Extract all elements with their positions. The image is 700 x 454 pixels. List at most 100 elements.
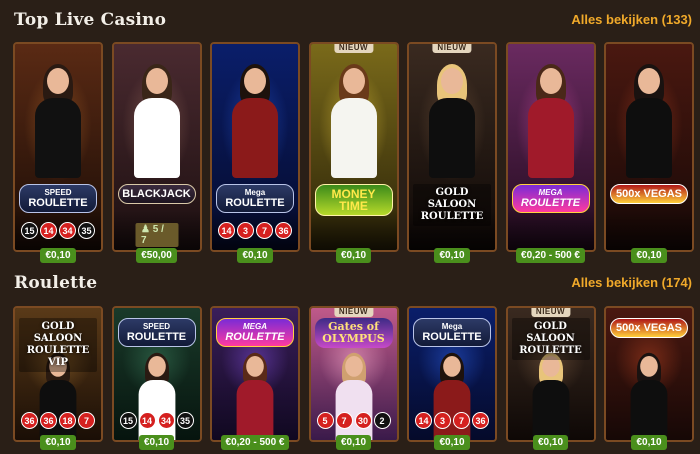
dealer-figure	[35, 64, 81, 178]
bet-range: €0,10	[604, 245, 694, 263]
new-badge: NIEUW	[333, 308, 374, 317]
game-logo: SPEED ROULETTE	[117, 318, 196, 347]
min-bet-badge: €0,20 - 500 €	[516, 248, 585, 263]
result-number: 7	[335, 412, 353, 429]
dealer-head	[441, 68, 463, 94]
dealer-figure	[429, 64, 475, 178]
game-logo-text: MONEY TIME	[331, 187, 376, 213]
min-bet-badge: €0,10	[631, 248, 667, 263]
game-card-gold-saloon-roulette-vip[interactable]: GOLD SALOON ROULETTE VIP 36 36 18 7	[13, 306, 103, 442]
result-number: 18	[59, 412, 76, 429]
game-card-mega-roulette-500x-2[interactable]: Mega ROULETTE 14 3 7 36	[407, 306, 497, 442]
result-number: 3	[237, 222, 254, 239]
dealer-outfit	[429, 98, 475, 178]
dealer-outfit	[35, 98, 81, 178]
result-number: 15	[119, 412, 137, 429]
dealer-head	[640, 356, 658, 377]
game-logo-text: 500x VEGAS	[615, 322, 683, 334]
dealer-figure	[330, 64, 377, 178]
result-number: 36	[275, 222, 292, 239]
game-card-money-time[interactable]: NIEUW MONEY TIME	[308, 42, 399, 252]
dealer-head	[638, 68, 660, 94]
game-logo: GOLD SALOON ROULETTE	[413, 184, 491, 226]
bet-range: €50,00	[112, 245, 202, 263]
game-logo-text: GOLD SALOON ROULETTE	[420, 187, 484, 222]
game-card-mega-fire-blaze-roulette[interactable]: MEGA ROULETTE	[505, 42, 596, 252]
game-card-gold-saloon-roulette[interactable]: NIEUW GOLD SALOON ROULETTE	[407, 42, 497, 252]
dealer-head	[246, 356, 264, 377]
bet-range: €0,10	[309, 245, 399, 263]
game-logo: 500x VEGAS	[610, 318, 688, 338]
dealer-figure	[138, 352, 175, 440]
bet-range: €0,10	[210, 245, 300, 263]
game-logo: SPEED ROULETTE	[19, 184, 97, 213]
min-bet-badge: €0,10	[434, 435, 470, 450]
game-logo: GOLD SALOON ROULETTE VIP	[19, 318, 97, 372]
game-card-gold-saloon-roulette-2[interactable]: NIEUW GOLD SALOON ROULETTE	[505, 306, 596, 442]
bet-range: €0,20 - 500 €	[210, 432, 300, 450]
game-card-gates-of-olympus-roulette[interactable]: NIEUW Gates of OLYMPUS 5 7 30 2	[308, 306, 399, 442]
min-bet-badge: €0,10	[335, 435, 372, 450]
min-bet-badge: €0,10	[631, 435, 667, 450]
dealer-figure	[630, 352, 668, 440]
dealer-head	[342, 68, 365, 94]
game-logo: MEGA ROULETTE	[511, 184, 590, 213]
min-bet-badge: €0,10	[335, 248, 372, 263]
game-logo-text: ROULETTE	[126, 331, 187, 343]
bet-range: €0,10	[112, 432, 202, 450]
min-bet-badge: €0,10	[532, 435, 569, 450]
game-logo: Gates of OLYMPUS	[314, 318, 393, 348]
result-number: 35	[176, 412, 194, 429]
result-number: 30	[354, 412, 372, 429]
bet-range: €0,10	[604, 432, 694, 450]
dealer-figure	[236, 352, 274, 440]
result-number: 14	[218, 222, 235, 239]
dealer-figure	[532, 352, 569, 440]
game-logo: MEGA ROULETTE	[216, 318, 294, 347]
result-number: 3	[434, 412, 451, 429]
result-number: 7	[78, 412, 95, 429]
bet-range: €0,10	[506, 432, 596, 450]
new-badge: NIEUW	[333, 44, 374, 53]
game-card-speed-roulette[interactable]: SPEED ROULETTE 15 14 34 35	[13, 42, 103, 252]
game-logo-prefix: SPEED	[44, 188, 72, 197]
game-card-speed-roulette-2[interactable]: SPEED ROULETTE 15 14 34 35	[111, 306, 202, 442]
new-badge: NIEUW	[530, 308, 571, 317]
result-number: 2	[373, 412, 391, 429]
dealer-outfit	[232, 98, 278, 178]
result-number: 36	[21, 412, 38, 429]
new-badge: NIEUW	[432, 44, 472, 53]
recent-results: 14 3 7 36	[212, 222, 298, 239]
game-logo-prefix: SPEED	[142, 322, 171, 331]
game-card-mega-roulette-live[interactable]: MEGA ROULETTE	[210, 306, 300, 442]
game-logo-prefix: Mega	[244, 188, 266, 197]
see-all-link[interactable]: Alles bekijken (174)	[571, 275, 692, 290]
dealer-head	[147, 356, 166, 377]
bet-range: €0,10	[13, 245, 103, 263]
game-card-500x-vegas-roulette[interactable]: 500x VEGAS	[604, 42, 694, 252]
game-logo-text: ROULETTE	[225, 331, 285, 343]
game-card-mega-roulette-500x[interactable]: Mega ROULETTE 14 3 7 36	[210, 42, 300, 252]
game-logo-text: ROULETTE	[28, 197, 88, 209]
game-logo-text: Gates of OLYMPUS	[322, 320, 385, 345]
result-number: 34	[157, 412, 175, 429]
bet-range: €0,10	[407, 245, 497, 263]
game-logo-text: GOLD SALOON ROULETTE	[519, 321, 582, 356]
bet-range: €0,20 - 500 €	[506, 245, 596, 263]
game-card-500x-vegas-roulette-2[interactable]: 500x VEGAS	[604, 306, 694, 442]
game-logo-text: ROULETTE	[520, 197, 581, 209]
dealer-outfit	[626, 98, 672, 178]
min-bet-badge: €0,10	[40, 435, 76, 450]
dealer-head	[539, 68, 562, 94]
dealer-outfit	[330, 98, 377, 178]
dealer-head	[344, 356, 363, 377]
game-card-blackjack[interactable]: BLACKJACK ♟ 5 / 7	[111, 42, 202, 252]
game-logo-text: 500x VEGAS	[615, 188, 683, 200]
game-row: GOLD SALOON ROULETTE VIP 36 36 18 7 €0,10 SPEE…	[13, 306, 700, 454]
game-logo-text: BLACKJACK	[122, 188, 191, 200]
min-bet-badge: €0,10	[434, 248, 470, 263]
result-number: 7	[453, 412, 470, 429]
min-bet-badge: €0,20 - 500 €	[220, 435, 290, 450]
result-number: 14	[138, 412, 156, 429]
see-all-link[interactable]: Alles bekijken (133)	[571, 12, 692, 27]
